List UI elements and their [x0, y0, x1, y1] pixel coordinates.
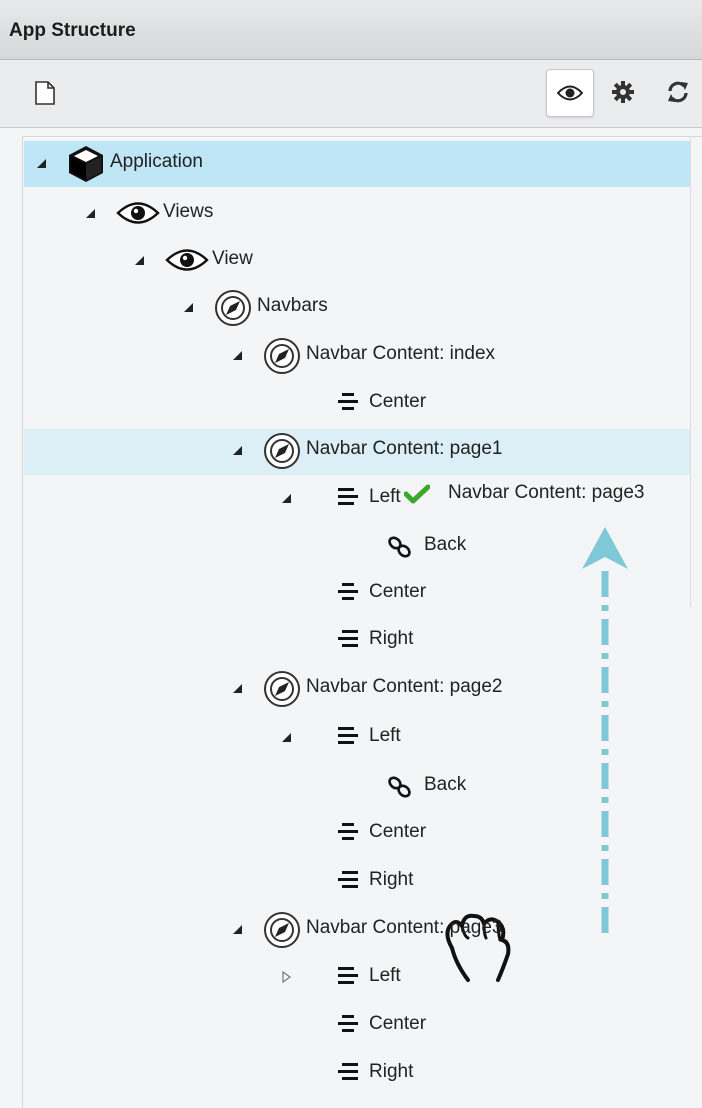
- panel-header: App Structure: [0, 0, 702, 60]
- expand-toggle-icon[interactable]: [279, 970, 293, 984]
- collapse-toggle-icon[interactable]: [83, 206, 97, 220]
- gear-icon: [612, 81, 634, 103]
- toolbar: [0, 60, 702, 128]
- align-center-icon: [337, 1014, 359, 1034]
- tree-node-label: Back: [424, 774, 467, 795]
- tree-node-label: Back: [424, 534, 467, 555]
- collapse-toggle-icon[interactable]: [230, 348, 244, 362]
- tree-node-label: Center: [369, 1013, 427, 1034]
- tree-node-label: Center: [369, 391, 427, 412]
- tree-node-label: Left: [369, 486, 401, 507]
- tree-node-label: Navbars: [257, 295, 328, 316]
- align-right-icon: [337, 1062, 359, 1082]
- refresh-button[interactable]: [660, 74, 696, 110]
- drag-arrow: [582, 527, 628, 941]
- collapse-toggle-icon[interactable]: [230, 443, 244, 457]
- compass-icon: [262, 336, 302, 376]
- align-right-icon: [337, 629, 359, 649]
- tree-node-label: Navbar Content: index: [306, 343, 496, 364]
- collapse-toggle-icon[interactable]: [34, 156, 48, 170]
- view-toggle-button[interactable]: [546, 69, 594, 117]
- compass-icon: [262, 910, 302, 950]
- align-left-icon: [337, 726, 359, 746]
- tree-node-label: Center: [369, 821, 427, 842]
- tree-node-label: View: [212, 248, 253, 269]
- collapse-toggle-icon[interactable]: [181, 300, 195, 314]
- scrollbar[interactable]: [690, 137, 702, 607]
- tree-node-label: Left: [369, 725, 401, 746]
- eye-icon: [164, 246, 210, 274]
- new-page-button[interactable]: [30, 76, 60, 110]
- tree-node-label: Right: [369, 1061, 414, 1082]
- check-icon: [404, 484, 430, 504]
- align-left-icon: [337, 487, 359, 507]
- tree-node-label: Left: [369, 965, 401, 986]
- settings-button[interactable]: [608, 74, 638, 110]
- compass-icon: [262, 431, 302, 471]
- cube-icon: [66, 144, 106, 184]
- tree-node-label: Application: [110, 151, 203, 172]
- refresh-icon: [668, 81, 688, 103]
- align-left-icon: [337, 966, 359, 986]
- align-center-icon: [337, 392, 359, 412]
- eye-icon: [557, 85, 583, 101]
- collapse-toggle-icon[interactable]: [279, 730, 293, 744]
- drag-label: Navbar Content: page3: [448, 482, 645, 503]
- link-icon: [386, 535, 414, 559]
- tree-node-label: Navbar Content: page3: [306, 917, 503, 938]
- align-center-icon: [337, 822, 359, 842]
- compass-icon: [262, 669, 302, 709]
- eye-icon: [115, 199, 161, 227]
- tree-node-label: Navbar Content: page2: [306, 676, 503, 697]
- tree-node-label: Center: [369, 581, 427, 602]
- collapse-toggle-icon[interactable]: [279, 491, 293, 505]
- collapse-toggle-icon[interactable]: [132, 253, 146, 267]
- tree-node-label: Right: [369, 869, 414, 890]
- align-right-icon: [337, 870, 359, 890]
- tree-node-label: Navbar Content: page1: [306, 438, 503, 459]
- collapse-toggle-icon[interactable]: [230, 922, 244, 936]
- collapse-toggle-icon[interactable]: [230, 681, 244, 695]
- tree-node-label: Right: [369, 628, 414, 649]
- tree-node[interactable]: [24, 285, 690, 325]
- page-icon: [35, 81, 55, 105]
- align-center-icon: [337, 582, 359, 602]
- tree-node-label: Views: [163, 201, 214, 222]
- compass-icon: [213, 288, 253, 328]
- panel-title: App Structure: [9, 20, 136, 41]
- tree-node[interactable]: [24, 238, 690, 278]
- link-icon: [386, 775, 414, 799]
